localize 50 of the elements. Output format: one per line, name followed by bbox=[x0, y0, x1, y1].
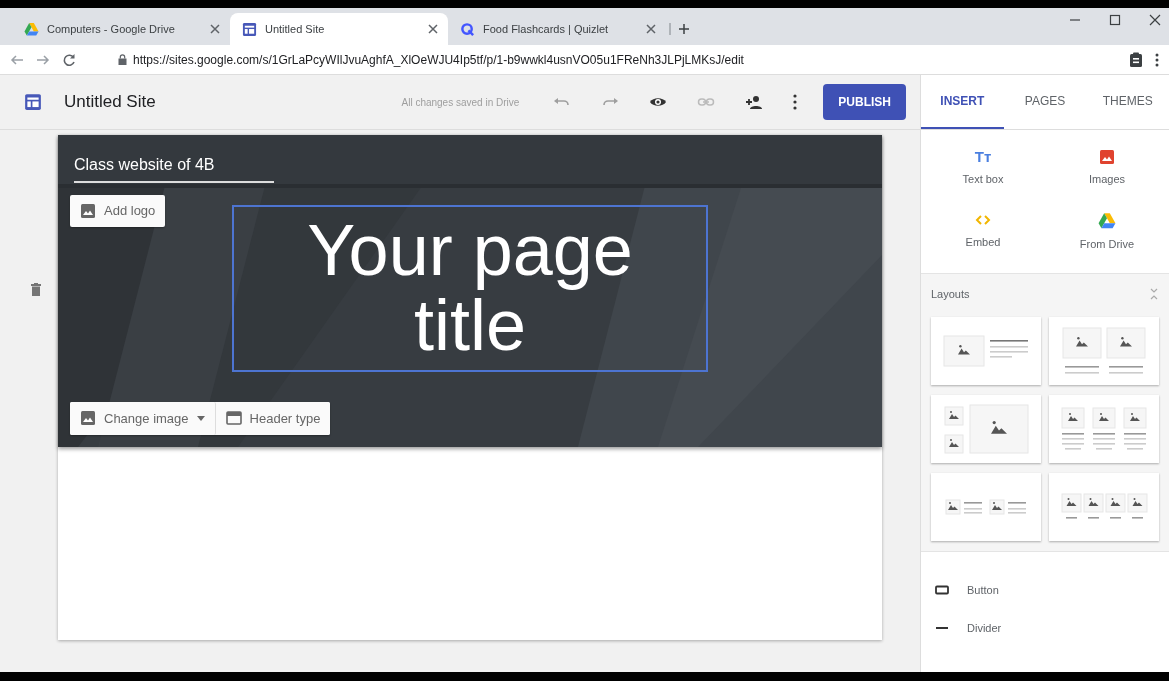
divider-item[interactable]: Divider bbox=[935, 620, 1169, 637]
more-icon[interactable] bbox=[1155, 52, 1159, 67]
panel-tab[interactable]: PAGES bbox=[1003, 75, 1087, 129]
save-status: All changes saved in Drive bbox=[401, 95, 520, 110]
clipboard-icon[interactable] bbox=[1129, 51, 1143, 68]
close-icon[interactable] bbox=[428, 24, 438, 34]
header-type-button[interactable]: Header type bbox=[215, 401, 331, 435]
site-name: Untitled Site bbox=[64, 91, 156, 114]
header-type-icon bbox=[225, 411, 242, 426]
publish-button[interactable]: PUBLISH bbox=[823, 84, 906, 120]
browser-tab[interactable]: Computers - Google Drive bbox=[12, 13, 230, 45]
close-icon[interactable] bbox=[1149, 14, 1161, 26]
button-item[interactable]: Button bbox=[935, 581, 1169, 598]
image-icon bbox=[80, 410, 96, 427]
image-icon bbox=[1099, 149, 1115, 165]
caret-icon bbox=[196, 415, 205, 421]
close-icon[interactable] bbox=[646, 24, 656, 34]
back-arrow-icon[interactable] bbox=[10, 52, 24, 67]
drive-icon bbox=[24, 21, 39, 37]
text-box-item[interactable]: Tт Text box bbox=[921, 148, 1045, 189]
lock-icon bbox=[118, 54, 127, 65]
maximize-icon[interactable] bbox=[1109, 14, 1121, 26]
add-logo-button[interactable]: Add logo bbox=[70, 195, 166, 227]
site-title-field[interactable]: Class website of 4B bbox=[74, 149, 274, 183]
change-image-button[interactable]: Change image bbox=[70, 401, 216, 435]
browser-tab[interactable]: Untitled Site bbox=[230, 13, 448, 45]
reload-icon[interactable] bbox=[62, 52, 76, 67]
browser-tab[interactable]: Food Flashcards | Quizlet bbox=[448, 13, 666, 45]
panel-tab[interactable]: THEMES bbox=[1086, 75, 1169, 129]
collapse-icon[interactable] bbox=[1149, 288, 1159, 301]
sites-icon bbox=[242, 21, 257, 37]
image-icon bbox=[80, 202, 96, 219]
sites-logo-icon bbox=[24, 93, 42, 111]
trash-icon[interactable] bbox=[31, 283, 41, 296]
layout-option[interactable] bbox=[1049, 394, 1159, 463]
images-item[interactable]: Images bbox=[1045, 148, 1169, 189]
drive-icon bbox=[1098, 211, 1116, 230]
from-drive-item[interactable]: From Drive bbox=[1045, 210, 1169, 253]
layout-option[interactable] bbox=[1049, 316, 1159, 385]
embed-item[interactable]: Embed bbox=[921, 210, 1045, 253]
section-heading: Layouts bbox=[931, 287, 970, 302]
more-icon bbox=[793, 94, 798, 110]
button-icon bbox=[935, 584, 949, 595]
layout-option[interactable] bbox=[1049, 472, 1159, 541]
page-title-field[interactable]: Your page title bbox=[232, 204, 708, 372]
search-icon bbox=[460, 21, 475, 37]
add-person-icon bbox=[745, 94, 764, 110]
close-icon[interactable] bbox=[210, 24, 220, 34]
text-icon: Tт bbox=[974, 149, 992, 165]
forward-arrow-icon[interactable] bbox=[36, 52, 50, 67]
